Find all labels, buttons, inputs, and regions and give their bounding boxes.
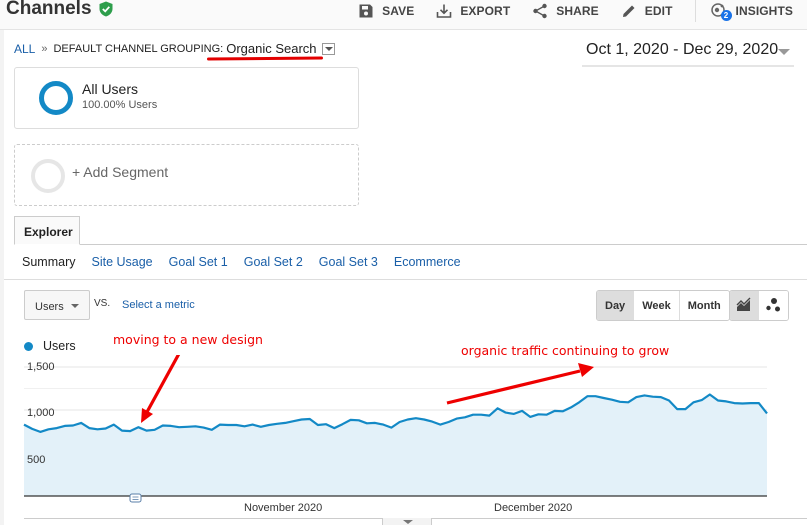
annotation-underline xyxy=(206,56,324,61)
share-icon xyxy=(533,3,547,19)
annotation-text-design: moving to a new design xyxy=(113,332,263,347)
motion-chart-button[interactable] xyxy=(759,291,788,320)
select-metric-link[interactable]: Select a metric xyxy=(122,299,195,311)
line-chart-button[interactable] xyxy=(730,291,759,320)
edit-label: EDIT xyxy=(644,4,673,18)
subtab-divider xyxy=(4,279,807,280)
explorer-subtabs: Summary Site Usage Goal Set 1 Goal Set 2… xyxy=(22,255,461,269)
y-tick-500: 500 xyxy=(27,454,46,466)
chevron-down-icon xyxy=(778,49,790,55)
breadcrumb-all-link[interactable]: ALL xyxy=(14,42,35,56)
annotation-marker-icon xyxy=(129,493,142,503)
vs-label: VS. xyxy=(94,298,111,309)
x-tick-november: November 2020 xyxy=(244,502,323,514)
y-tick-1500: 1,500 xyxy=(27,361,55,373)
add-segment-button[interactable]: + Add Segment xyxy=(14,144,359,206)
segment-percentage: 100.00% Users xyxy=(82,99,158,111)
subtab-goal-set-3[interactable]: Goal Set 3 xyxy=(319,255,378,269)
segment-ring-icon xyxy=(39,81,73,115)
subtab-site-usage[interactable]: Site Usage xyxy=(91,255,152,269)
top-bar: Channels SAVE EXPORT SHARE EDIT 2 INSIGH… xyxy=(0,0,807,30)
page-title-text: Channels xyxy=(6,0,92,19)
segment-name: All Users xyxy=(82,81,139,97)
export-icon xyxy=(437,4,452,18)
empty-segment-ring-icon xyxy=(31,159,65,193)
save-button[interactable]: SAVE xyxy=(358,3,414,19)
users-chart xyxy=(23,355,768,503)
export-label: EXPORT xyxy=(460,4,511,18)
add-segment-label: + Add Segment xyxy=(72,164,169,180)
tab-divider xyxy=(14,244,807,245)
breadcrumb-grouping-value: Organic Search xyxy=(226,41,317,56)
y-tick-1000: 1,000 xyxy=(27,407,55,419)
share-button[interactable]: SHARE xyxy=(532,3,599,19)
chart-legend: Users xyxy=(24,339,76,353)
date-range-picker[interactable]: Oct 1, 2020 - Dec 29, 2020 xyxy=(582,41,794,67)
subtab-summary[interactable]: Summary xyxy=(22,255,75,269)
share-label: SHARE xyxy=(556,4,599,18)
insights-label: INSIGHTS xyxy=(735,4,793,18)
insights-badge: 2 xyxy=(720,10,732,21)
edit-button[interactable]: EDIT xyxy=(621,3,673,19)
report-actions: SAVE EXPORT SHARE EDIT 2 INSIGHTS xyxy=(358,0,807,22)
check-shield-icon xyxy=(99,1,113,17)
legend-label: Users xyxy=(43,339,76,353)
tab-explorer[interactable]: Explorer xyxy=(14,216,80,245)
edit-icon xyxy=(622,5,635,17)
line-chart-icon xyxy=(736,297,751,311)
date-range-text: Oct 1, 2020 - Dec 29, 2020 xyxy=(586,41,779,58)
x-tick-december: December 2020 xyxy=(494,502,573,514)
actions-divider xyxy=(694,0,696,22)
breadcrumb-separator: » xyxy=(41,42,48,55)
export-button[interactable]: EXPORT xyxy=(436,3,510,19)
insights-icon-wrap: 2 xyxy=(710,2,732,21)
save-icon xyxy=(359,4,373,18)
motion-chart-icon xyxy=(766,298,780,312)
legend-dot-icon xyxy=(24,341,33,351)
day-button[interactable]: Day xyxy=(597,291,635,320)
grouping-dropdown-button[interactable] xyxy=(321,42,335,55)
metric-select[interactable]: Users xyxy=(24,290,90,320)
week-button[interactable]: Week xyxy=(634,291,680,320)
month-button[interactable]: Month xyxy=(679,291,729,320)
chart-type-toggle xyxy=(729,290,789,321)
collapse-chart-toggle[interactable] xyxy=(382,518,432,525)
insights-button[interactable]: 2 INSIGHTS xyxy=(710,2,793,21)
arrow-growth-annotation xyxy=(446,363,594,405)
subtab-goal-set-2[interactable]: Goal Set 2 xyxy=(244,255,303,269)
subtab-goal-set-1[interactable]: Goal Set 1 xyxy=(169,255,228,269)
segment-all-users[interactable]: All Users 100.00% Users xyxy=(14,67,359,129)
save-label: SAVE xyxy=(382,4,415,18)
metric-select-value: Users xyxy=(35,301,64,313)
breadcrumb: ALL » DEFAULT CHANNEL GROUPING: Organic … xyxy=(14,41,335,56)
page-title: Channels xyxy=(6,0,114,20)
subtab-ecommerce[interactable]: Ecommerce xyxy=(394,255,461,269)
granularity-toggle: Day Week Month xyxy=(596,290,730,321)
breadcrumb-grouping-label: DEFAULT CHANNEL GROUPING: xyxy=(53,42,224,55)
